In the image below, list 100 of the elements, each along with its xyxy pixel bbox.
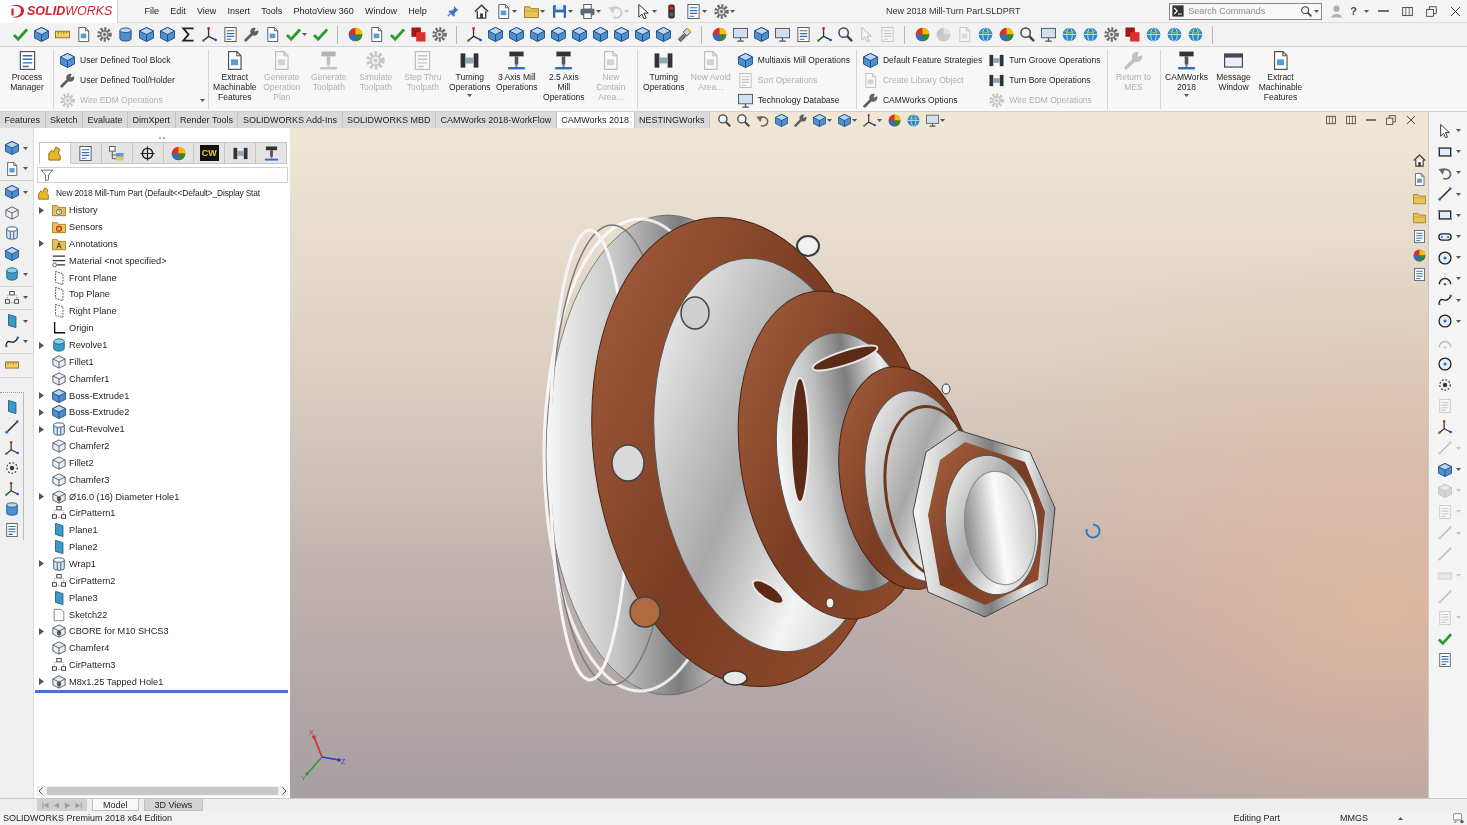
ribbon-button[interactable]: 2.5 Axis Mill Operations	[540, 50, 587, 103]
task-pane-tab[interactable]	[1411, 229, 1427, 244]
window-control-button[interactable]	[1404, 113, 1418, 127]
tab[interactable]: Evaluate	[83, 112, 129, 128]
toolbar-button[interactable]	[611, 24, 631, 45]
menu-item[interactable]: File	[139, 1, 165, 21]
horizontal-scrollbar[interactable]	[37, 786, 288, 796]
ribbon-button[interactable]: Extract Machinable Features	[1257, 50, 1304, 103]
tree-item[interactable]: Material <not specified>	[69, 255, 167, 266]
tree-item[interactable]: Front Plane	[69, 272, 117, 283]
tree-item[interactable]: CBORE for M10 SHCS3	[69, 626, 169, 637]
tree-item[interactable]: Boss-Extrude1	[69, 390, 130, 401]
toolbar-button[interactable]	[408, 24, 428, 45]
menu-item[interactable]: Window	[359, 1, 403, 21]
filter-field[interactable]	[37, 167, 288, 183]
tree-item[interactable]: Origin	[69, 323, 94, 334]
caret-icon[interactable]	[1398, 816, 1403, 820]
panel-tab[interactable]	[256, 142, 287, 164]
ribbon-button[interactable]: 3 Axis Mill Operations	[493, 50, 540, 93]
tree-item[interactable]: Ø16.0 (16) Diameter Hole1	[69, 491, 180, 502]
part-model-drawing[interactable]	[542, 214, 1056, 696]
task-pane-tab[interactable]	[1411, 248, 1427, 263]
toolbar-button[interactable]	[199, 24, 219, 45]
toolbar-button[interactable]	[506, 24, 526, 45]
tree-item[interactable]: Fillet1	[69, 356, 94, 367]
task-pane-tab[interactable]	[1411, 153, 1427, 168]
expand-arrow-icon[interactable]	[39, 206, 44, 214]
tree-item[interactable]: History	[69, 205, 98, 216]
tree-item[interactable]: M8x1.25 Tapped Hole1	[69, 676, 164, 687]
ribbon-button[interactable]: Extract Machinable Features	[211, 50, 258, 103]
toolbar-button[interactable]	[632, 24, 652, 45]
tab[interactable]: Features	[0, 112, 46, 128]
tree-item[interactable]: Sensors	[69, 222, 103, 233]
ribbon-button[interactable]: Turning Operations	[446, 50, 493, 98]
ribbon-button[interactable]: User Defined Tool Block	[57, 50, 178, 70]
expand-arrow-icon[interactable]	[39, 240, 44, 248]
ribbon-button[interactable]: Default Feature Strategies	[859, 50, 986, 70]
caret-icon[interactable]	[1364, 9, 1369, 13]
ribbon-button[interactable]: CAMWorks 2018	[1163, 50, 1210, 98]
tree-item[interactable]: Revolve1	[69, 340, 108, 350]
tab[interactable]: SOLIDWORKS MBD	[342, 112, 436, 128]
ribbon-button[interactable]: Process Manager	[4, 50, 50, 93]
caret-icon[interactable]	[199, 98, 205, 102]
ribbon-button[interactable]: CAMWorks Options	[859, 90, 986, 110]
panel-tab[interactable]	[132, 142, 164, 164]
ribbon-button[interactable]: Turning Operations	[640, 50, 687, 93]
toolbar-button[interactable]	[527, 24, 547, 45]
expand-arrow-icon[interactable]	[39, 341, 44, 349]
menu-item[interactable]: Tools	[255, 1, 288, 21]
tree-item[interactable]: Annotations	[69, 238, 118, 249]
tab[interactable]: 3D Views	[143, 799, 204, 811]
tree-item[interactable]: Chamfer2	[69, 441, 110, 452]
toolbar-button[interactable]	[485, 24, 505, 45]
tree-item[interactable]: Chamfer4	[69, 643, 110, 654]
expand-arrow-icon[interactable]	[39, 408, 44, 416]
tab[interactable]: NESTINGWorks	[634, 112, 710, 128]
toolbar-button[interactable]	[590, 24, 610, 45]
tree-item[interactable]: Chamfer3	[69, 474, 110, 485]
tree-item[interactable]: New 2018 Mill-Turn Part (Default<<Default>_Display Stat	[56, 188, 260, 199]
units-button[interactable]: MMGS	[1340, 813, 1368, 823]
expand-arrow-icon[interactable]	[39, 627, 44, 635]
grip-icon[interactable]	[158, 136, 166, 140]
panel-tab[interactable]: CW	[194, 142, 226, 164]
tree-item[interactable]: CirPattern2	[69, 575, 116, 586]
tab[interactable]: Sketch	[45, 112, 84, 128]
tree-item[interactable]: Cut-Revolve1	[69, 424, 125, 435]
tree-item[interactable]: Plane1	[69, 525, 98, 536]
tab[interactable]: DimXpert	[128, 112, 176, 128]
tree-item[interactable]: Fillet2	[69, 457, 94, 468]
tree-item[interactable]: Chamfer1	[69, 373, 110, 384]
menu-item[interactable]: PhotoView 360	[287, 1, 360, 21]
menu-item[interactable]: Insert	[221, 1, 256, 21]
toolbar-button[interactable]	[569, 24, 589, 45]
toolbar-button[interactable]	[31, 24, 51, 45]
toolbar-button[interactable]	[653, 24, 673, 45]
tree-item[interactable]: Plane2	[69, 542, 98, 553]
tree-item[interactable]: Wrap1	[69, 559, 96, 569]
rollback-bar[interactable]	[35, 690, 288, 694]
expand-arrow-icon[interactable]	[39, 425, 44, 433]
tab[interactable]: Render Tools	[175, 112, 239, 128]
menu-item[interactable]: Help	[402, 1, 433, 21]
toolbar-button[interactable]	[157, 24, 177, 45]
ribbon-button[interactable]: Multiaxis Mill Operations	[734, 50, 853, 70]
task-pane-tab[interactable]	[1411, 267, 1427, 282]
ribbon-button[interactable]: Turn Bore Operations	[986, 70, 1104, 90]
ribbon-button[interactable]: User Defined Tool/Holder	[57, 70, 178, 90]
expand-arrow-icon[interactable]	[39, 678, 44, 686]
menu-item[interactable]: Edit	[164, 1, 192, 21]
window-control-button[interactable]	[1384, 113, 1398, 127]
toolbar-button[interactable]	[136, 24, 156, 45]
tab[interactable]: CAMWorks 2018-WorkFlow	[436, 112, 557, 128]
toolbar-button[interactable]	[814, 24, 834, 45]
help-button[interactable]: ?	[1348, 5, 1359, 17]
window-control-button[interactable]	[1324, 113, 1338, 127]
toolbar-button[interactable]	[751, 24, 771, 45]
toolbar-button[interactable]	[1122, 24, 1142, 45]
toolbar-button[interactable]	[548, 24, 568, 45]
tree-item[interactable]: Boss-Extrude2	[69, 407, 130, 418]
ribbon-button[interactable]: Message Window	[1210, 50, 1257, 93]
panel-tab[interactable]	[225, 142, 257, 164]
